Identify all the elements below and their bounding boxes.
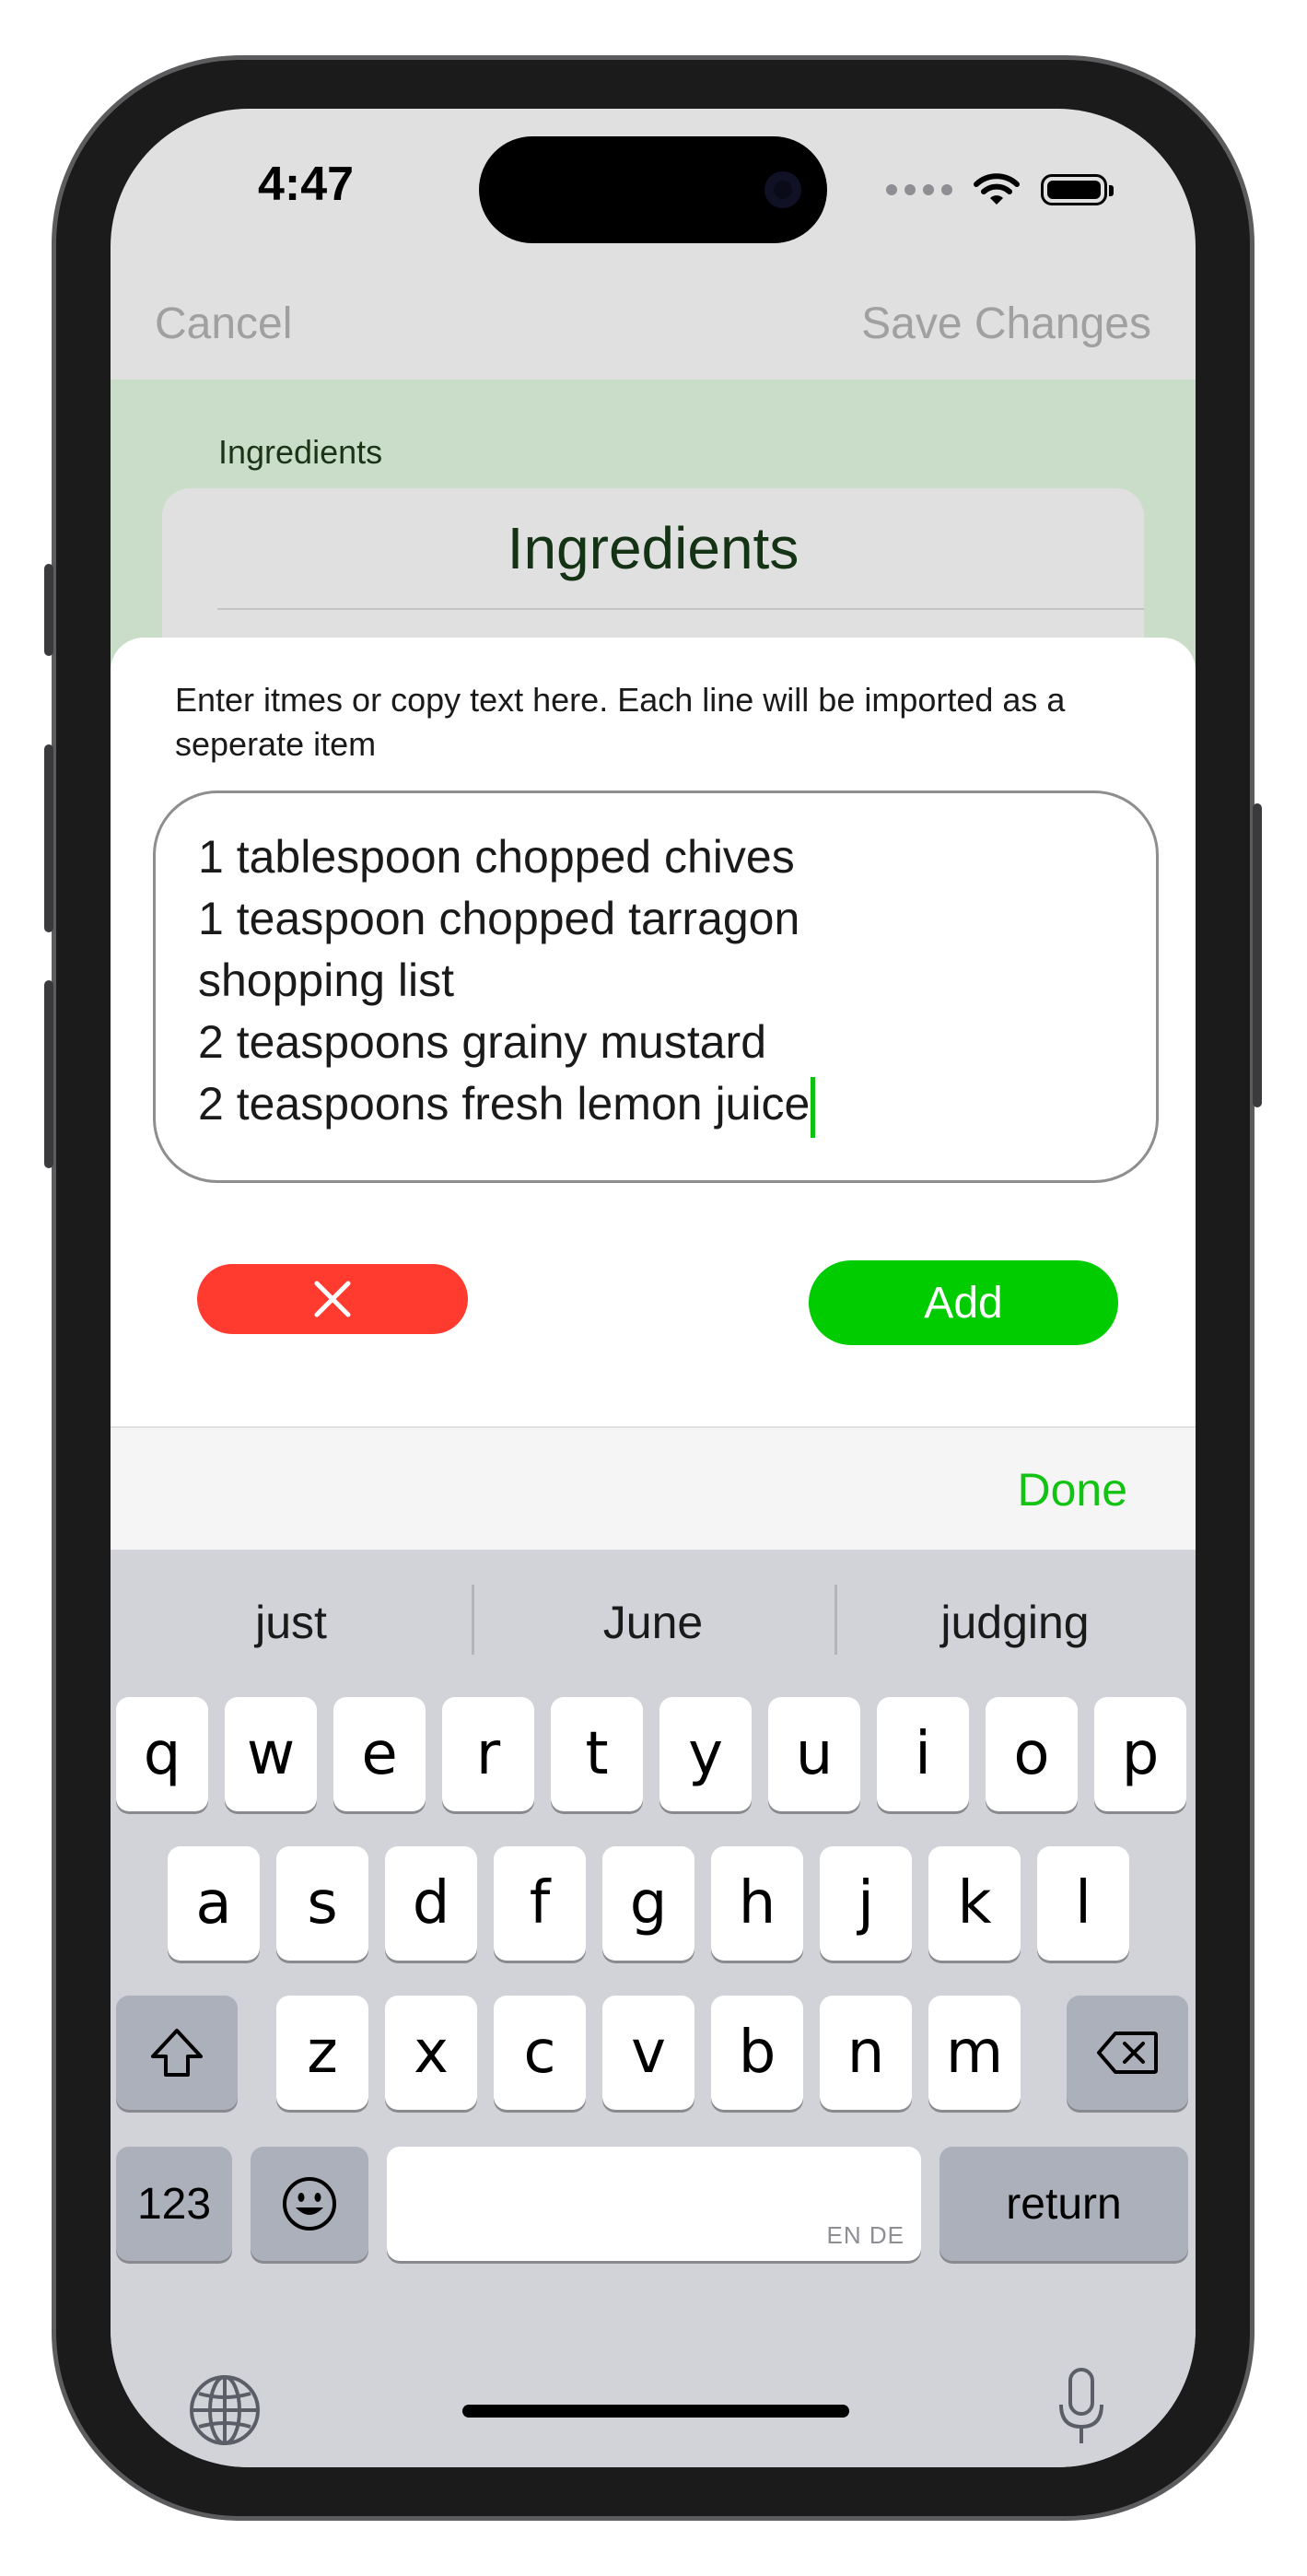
key-u[interactable]: u [768,1697,860,1811]
cellular-dots-icon [886,184,952,195]
key-y[interactable]: y [659,1697,752,1811]
done-button[interactable]: Done [1017,1463,1127,1516]
save-changes-button[interactable]: Save Changes [861,299,1151,349]
text-line: 1 teaspoon chopped tarragon [198,893,800,944]
keyboard-toolbar: Done [111,1426,1196,1551]
instructions-text: Enter itmes or copy text here. Each line… [175,681,1066,763]
microphone-icon[interactable] [1054,2366,1109,2449]
shift-key[interactable] [116,1996,238,2110]
key-r[interactable]: r [442,1697,534,1811]
keyboard: just June judging q w e r t y u i o p a … [111,1550,1196,2467]
import-text-area[interactable]: 1 tablespoon chopped chives 1 teaspoon c… [153,790,1159,1183]
key-e[interactable]: e [333,1697,426,1811]
emoji-icon [283,2177,336,2231]
numbers-key[interactable]: 123 [116,2147,232,2261]
section-label: Ingredients [218,433,383,471]
key-o[interactable]: o [986,1697,1078,1811]
status-icons [886,162,1114,217]
wifi-icon [974,173,1020,205]
mute-switch [44,564,53,656]
suggestion-item[interactable]: June [473,1596,834,1649]
status-time: 4:47 [258,158,355,211]
text-line: shopping list [198,954,454,1006]
text-line: 2 teaspoons fresh lemon juice [198,1078,811,1130]
divider [217,608,1144,610]
key-g[interactable]: g [602,1846,694,1961]
volume-down-button [44,980,53,1168]
power-button [1253,803,1262,1107]
cancel-import-button[interactable] [197,1264,468,1334]
space-key[interactable]: EN DE [387,2147,921,2261]
key-s[interactable]: s [276,1846,368,1961]
key-q[interactable]: q [116,1697,208,1811]
globe-icon[interactable] [186,2371,263,2449]
key-a[interactable]: a [168,1846,260,1961]
suggestion-item[interactable]: judging [834,1596,1196,1649]
key-f[interactable]: f [494,1846,586,1961]
key-d[interactable]: d [385,1846,477,1961]
screen: 4:47 Cancel Save Changes Ingredients Ing… [111,109,1196,2467]
key-j[interactable]: j [820,1846,912,1961]
key-c[interactable]: c [494,1996,586,2110]
x-icon [314,1281,351,1317]
nav-cancel-button[interactable]: Cancel [155,299,292,349]
key-b[interactable]: b [711,1996,803,2110]
return-key[interactable]: return [939,2147,1188,2261]
key-m[interactable]: m [928,1996,1021,2110]
key-t[interactable]: t [551,1697,643,1811]
key-x[interactable]: x [385,1996,477,2110]
key-k[interactable]: k [928,1846,1021,1961]
navigation-bar: Cancel Save Changes [111,275,1196,376]
emoji-key[interactable] [251,2147,368,2261]
key-w[interactable]: w [225,1697,317,1811]
key-i[interactable]: i [877,1697,969,1811]
home-indicator[interactable] [462,2405,849,2418]
add-button[interactable]: Add [809,1260,1118,1345]
battery-icon [1041,174,1114,205]
volume-up-button [44,744,53,932]
key-l[interactable]: l [1037,1846,1129,1961]
suggestion-item[interactable]: just [111,1596,472,1649]
dynamic-island [479,136,827,243]
shift-icon [151,2029,203,2077]
card-title: Ingredients [507,515,799,581]
key-n[interactable]: n [820,1996,912,2110]
key-p[interactable]: p [1094,1697,1186,1811]
key-h[interactable]: h [711,1846,803,1961]
space-language-hint: EN DE [826,2221,904,2249]
suggestion-bar: just June judging [111,1550,1196,1688]
key-z[interactable]: z [276,1996,368,2110]
text-cursor [811,1076,816,1138]
import-sheet: Enter itmes or copy text here. Each line… [111,638,1196,1430]
delete-key[interactable] [1067,1996,1188,2110]
key-v[interactable]: v [602,1996,694,2110]
text-line: 2 teaspoons grainy mustard [198,1016,767,1068]
delete-icon [1097,2032,1158,2074]
text-line: 1 tablespoon chopped chives [198,831,795,883]
